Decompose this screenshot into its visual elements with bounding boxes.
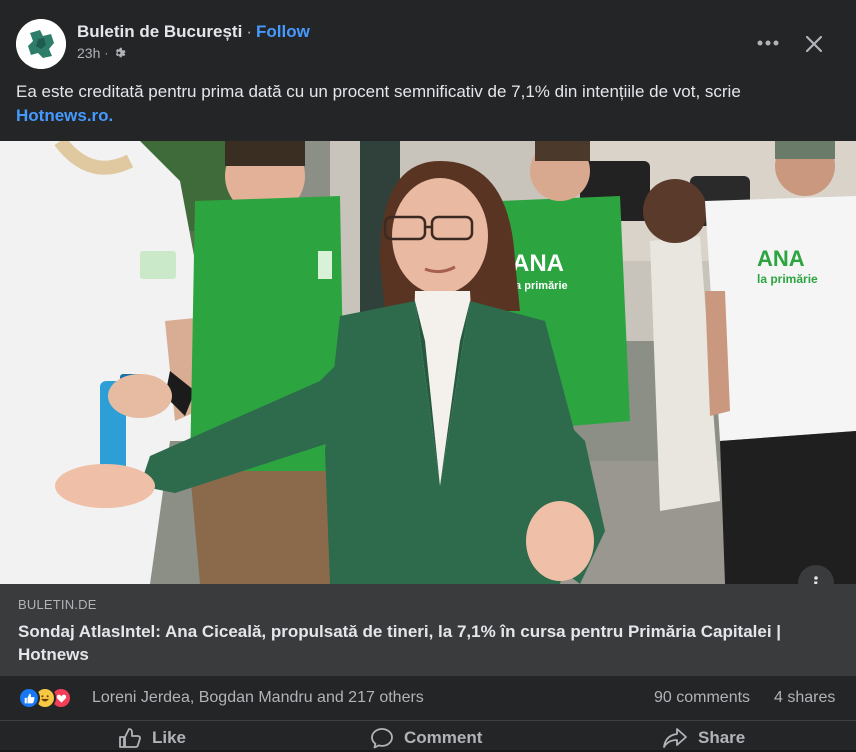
close-button[interactable] bbox=[796, 26, 832, 62]
link-title: Sondaj AtlasIntel: Ana Ciceală, propulsa… bbox=[18, 622, 782, 664]
separator-dot-small: · bbox=[104, 46, 109, 60]
follow-button[interactable]: Follow bbox=[256, 22, 310, 41]
comment-button[interactable]: Comment bbox=[370, 724, 482, 752]
shares-count[interactable]: 4 shares bbox=[774, 689, 835, 707]
facebook-post: Buletin de București · Follow 23h · Ea est… bbox=[0, 0, 856, 750]
share-button[interactable]: Share bbox=[662, 724, 745, 752]
like-button[interactable]: Like bbox=[118, 724, 186, 752]
reactions-bar: Loreni Jerdea, Bogdan Mandru and 217 oth… bbox=[0, 676, 856, 720]
page-avatar[interactable] bbox=[16, 19, 66, 69]
share-icon bbox=[663, 728, 687, 748]
comments-count[interactable]: 90 comments bbox=[654, 689, 750, 707]
separator-dot: · bbox=[246, 22, 252, 41]
reaction-names[interactable]: Loreni Jerdea, Bogdan Mandru and 217 oth… bbox=[92, 689, 424, 707]
post-body: Ea este creditată pentru prima dată cu u… bbox=[16, 82, 741, 101]
post-link[interactable]: Hotnews.ro. bbox=[16, 106, 113, 125]
shirt-text-ana-1: ANA bbox=[512, 250, 564, 277]
page-name-line: Buletin de București · Follow bbox=[77, 22, 310, 42]
shirt-text-primarie-2: la primărie bbox=[757, 272, 818, 286]
buletin-logo-icon bbox=[16, 19, 66, 69]
page-name[interactable]: Buletin de București bbox=[77, 22, 242, 41]
reaction-icons[interactable] bbox=[18, 687, 90, 709]
like-label: Like bbox=[152, 728, 187, 747]
post-header: Buletin de București · Follow 23h · bbox=[0, 0, 856, 72]
post-photo[interactable]: ANA la primărie ANA la primărie bbox=[0, 141, 856, 584]
close-icon bbox=[805, 35, 823, 53]
shirt-text-ana-2: ANA bbox=[757, 246, 805, 271]
gear-icon[interactable] bbox=[112, 46, 126, 60]
photo-illustration: ANA la primărie ANA la primărie bbox=[0, 141, 856, 584]
comment-label: Comment bbox=[404, 728, 483, 747]
share-label: Share bbox=[698, 728, 746, 747]
more-dots-icon bbox=[757, 40, 779, 46]
like-reaction-icon bbox=[18, 687, 40, 709]
post-meta: 23h · bbox=[77, 45, 126, 61]
thumbs-up-icon bbox=[119, 728, 141, 748]
link-domain: BULETIN.DE bbox=[18, 597, 97, 612]
comment-icon bbox=[371, 728, 393, 749]
post-time[interactable]: 23h bbox=[77, 45, 100, 61]
shirt-text-primarie-1: la primărie bbox=[512, 280, 568, 292]
post-text: Ea este creditată pentru prima dată cu u… bbox=[16, 80, 836, 128]
action-bar: Like Comment Share bbox=[0, 720, 856, 750]
link-preview-card[interactable]: BULETIN.DE Sondaj AtlasIntel: Ana Ciceal… bbox=[0, 584, 856, 676]
more-options-button[interactable] bbox=[750, 28, 786, 58]
